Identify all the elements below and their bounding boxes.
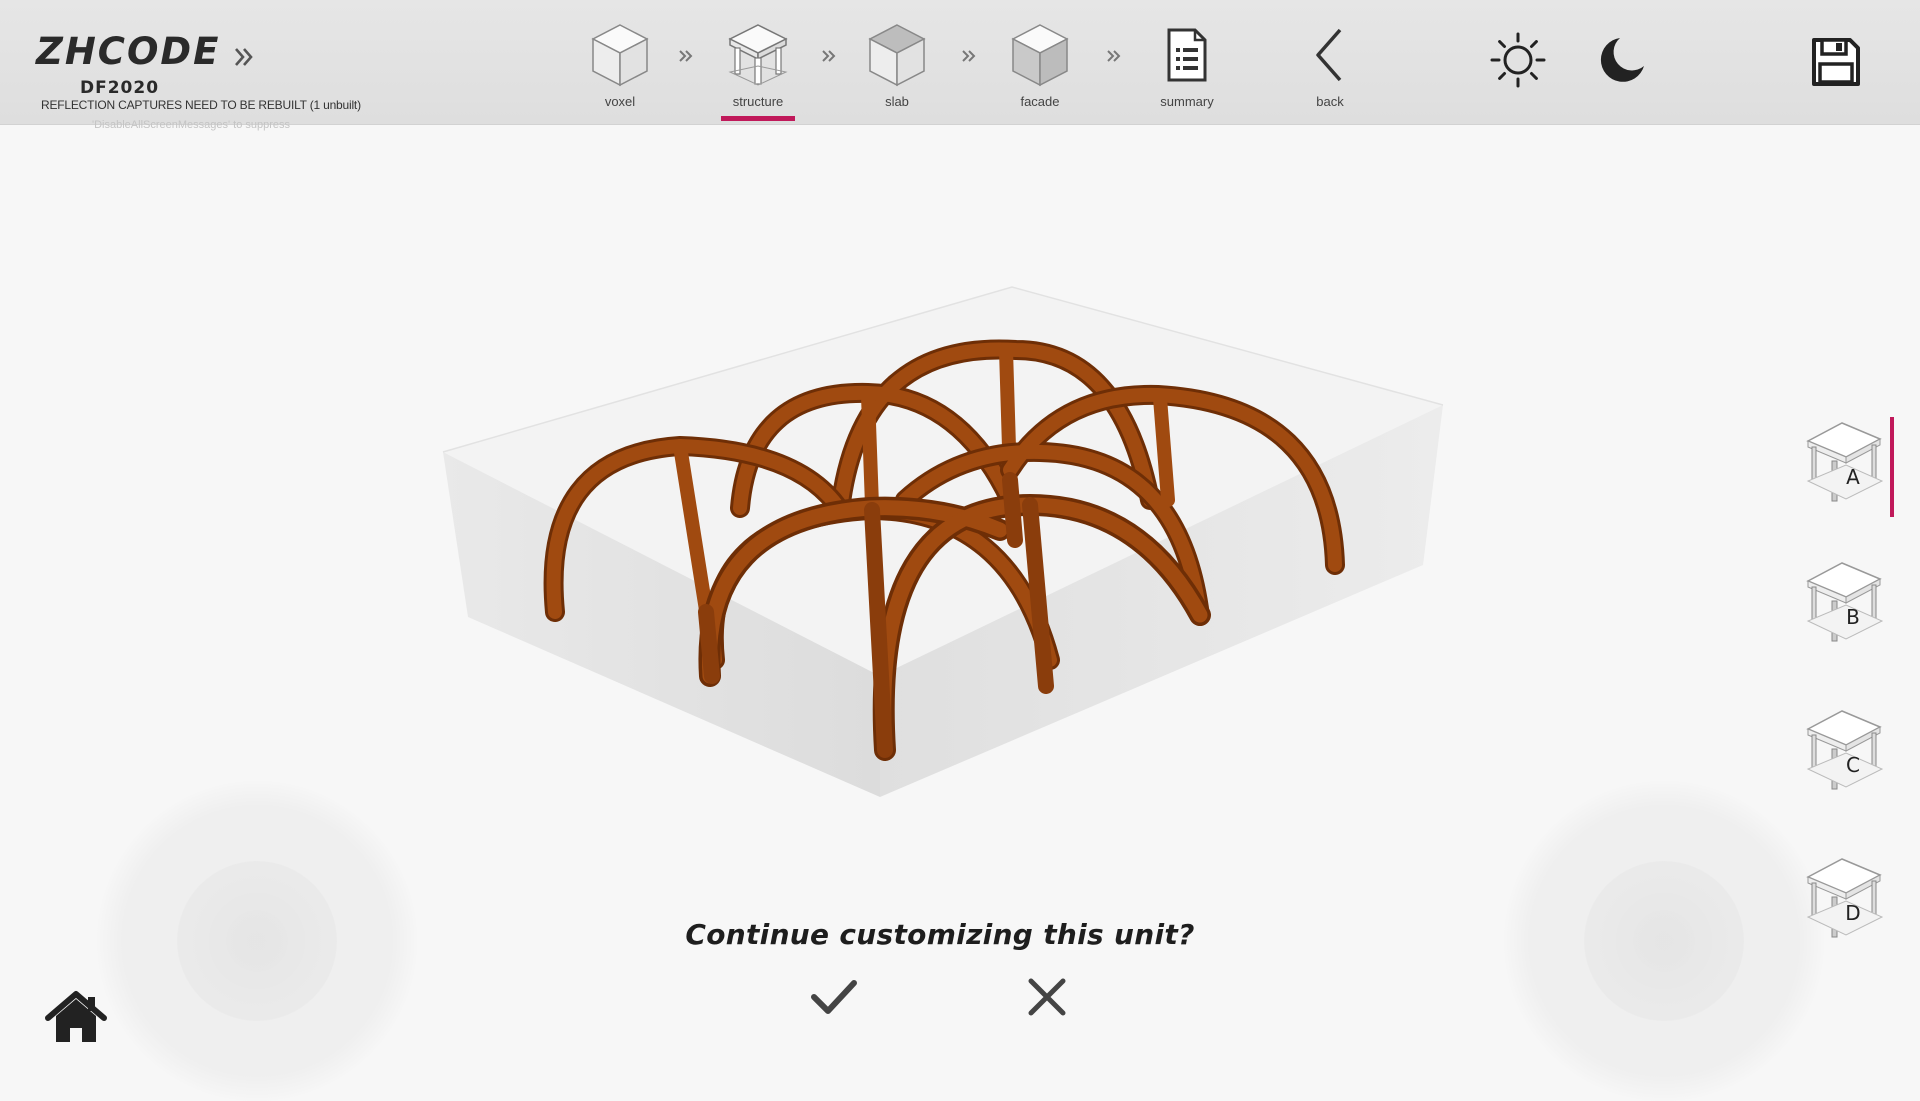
home-icon[interactable] xyxy=(44,990,108,1046)
option-a[interactable]: A xyxy=(1802,417,1886,517)
x-close-icon[interactable] xyxy=(1025,975,1069,1019)
slab-cube-icon xyxy=(868,24,926,87)
step-slab[interactable]: slab xyxy=(842,22,952,122)
selected-option-indicator xyxy=(1890,417,1894,517)
chevron-right-icon xyxy=(822,50,836,62)
active-step-indicator xyxy=(721,116,795,121)
chevron-left-icon xyxy=(1316,28,1342,82)
step-label: structure xyxy=(732,94,784,109)
option-letter: C xyxy=(1846,753,1860,777)
double-chevron-right-icon xyxy=(235,48,253,66)
checkmark-icon[interactable] xyxy=(808,975,860,1019)
sun-icon[interactable] xyxy=(1488,30,1548,90)
step-structure[interactable]: structure xyxy=(703,22,813,122)
document-list-icon xyxy=(1167,28,1207,82)
option-c[interactable]: C xyxy=(1802,705,1886,805)
brand-subtitle: DF2020 xyxy=(80,78,160,98)
brand-name: ZHCODE xyxy=(36,30,221,73)
structure-cube-icon xyxy=(728,24,788,86)
step-label: facade xyxy=(1020,94,1060,109)
option-letter: A xyxy=(1846,465,1860,489)
facade-cube-icon xyxy=(1011,24,1069,87)
floppy-disk-icon[interactable] xyxy=(1810,36,1862,88)
step-label: slab xyxy=(885,94,909,109)
top-toolbar: ZHCODE DF2020 REFLECTION CAPTURES NEED T… xyxy=(0,0,1920,131)
step-label: voxel xyxy=(604,94,636,109)
option-letter: D xyxy=(1845,901,1861,925)
brand: ZHCODE DF2020 xyxy=(36,30,253,98)
option-b[interactable]: B xyxy=(1802,557,1886,657)
back-button[interactable]: back xyxy=(1275,22,1385,122)
reflection-warning: REFLECTION CAPTURES NEED TO BE REBUILT (… xyxy=(41,98,361,112)
option-letter: B xyxy=(1846,605,1860,629)
chevron-right-icon xyxy=(1107,50,1121,62)
option-d[interactable]: D xyxy=(1802,853,1886,953)
moon-icon[interactable] xyxy=(1596,34,1648,86)
voxel-cube-icon xyxy=(591,24,649,87)
continue-prompt: Continue customizing this unit? xyxy=(685,918,1195,951)
step-voxel[interactable]: voxel xyxy=(565,22,675,122)
step-facade[interactable]: facade xyxy=(985,22,1095,122)
step-label: summary xyxy=(1160,94,1214,109)
chevron-right-icon xyxy=(679,50,693,62)
step-summary[interactable]: summary xyxy=(1132,22,1242,122)
step-label: back xyxy=(1316,94,1344,109)
chevron-right-icon xyxy=(962,50,976,62)
